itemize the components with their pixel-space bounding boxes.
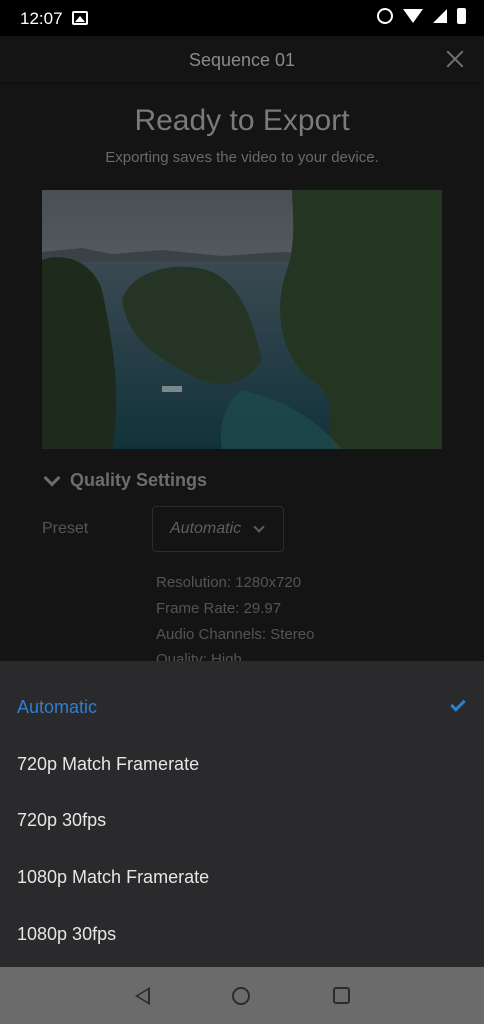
preset-options-sheet: Automatic 720p Match Framerate 720p 30fp… [0, 661, 484, 967]
option-label: 720p Match Framerate [17, 754, 200, 774]
quality-settings-label: Quality Settings [70, 470, 208, 490]
export-screen: Sequence 01 Ready to Export Exporting sa… [0, 36, 484, 661]
back-icon[interactable] [135, 987, 150, 1005]
video-preview [42, 190, 442, 449]
preset-option-1080p-match[interactable]: 1080p Match Framerate [0, 849, 484, 906]
alarm-icon [377, 8, 393, 24]
sequence-header: Sequence 01 [0, 36, 484, 84]
status-icons [377, 8, 466, 24]
quality-settings-toggle[interactable]: Quality Settings [42, 469, 208, 491]
export-title: Ready to Export [134, 104, 350, 137]
signal-icon [433, 9, 447, 23]
preset-option-720p-30fps[interactable]: 720p 30fps [0, 792, 484, 849]
quality-info: Quality: High [156, 651, 242, 661]
checkmark-icon [450, 696, 466, 712]
chevron-down-icon [253, 520, 265, 533]
wifi-icon [403, 9, 423, 23]
chevron-down-icon [43, 469, 61, 486]
option-label: 1080p 30fps [17, 924, 117, 944]
battery-icon [457, 8, 466, 24]
close-icon[interactable] [446, 50, 464, 68]
export-subtitle: Exporting saves the video to your device… [105, 149, 379, 166]
preset-value: Automatic [170, 520, 242, 537]
recents-icon[interactable] [333, 987, 350, 1004]
frame-rate-info: Frame Rate: 29.97 [156, 600, 282, 617]
preset-option-720p-match[interactable]: 720p Match Framerate [0, 736, 484, 793]
preset-dropdown[interactable]: Automatic [152, 506, 284, 552]
status-bar: 12:07 [0, 0, 484, 36]
option-label: 1080p Match Framerate [17, 867, 210, 887]
home-icon[interactable] [232, 987, 250, 1005]
audio-channels-info: Audio Channels: Stereo [156, 626, 315, 643]
preset-label: Preset [42, 520, 89, 537]
option-label: Automatic [17, 697, 98, 717]
resolution-info: Resolution: 1280x720 [156, 574, 302, 591]
option-label: 720p 30fps [17, 810, 107, 830]
status-time: 12:07 [20, 9, 63, 28]
sequence-title: Sequence 01 [188, 50, 296, 70]
navigation-bar [0, 967, 484, 1024]
image-notification-icon [72, 11, 88, 25]
preset-option-1080p-30fps[interactable]: 1080p 30fps [0, 906, 484, 963]
preset-option-automatic[interactable]: Automatic [0, 679, 484, 736]
